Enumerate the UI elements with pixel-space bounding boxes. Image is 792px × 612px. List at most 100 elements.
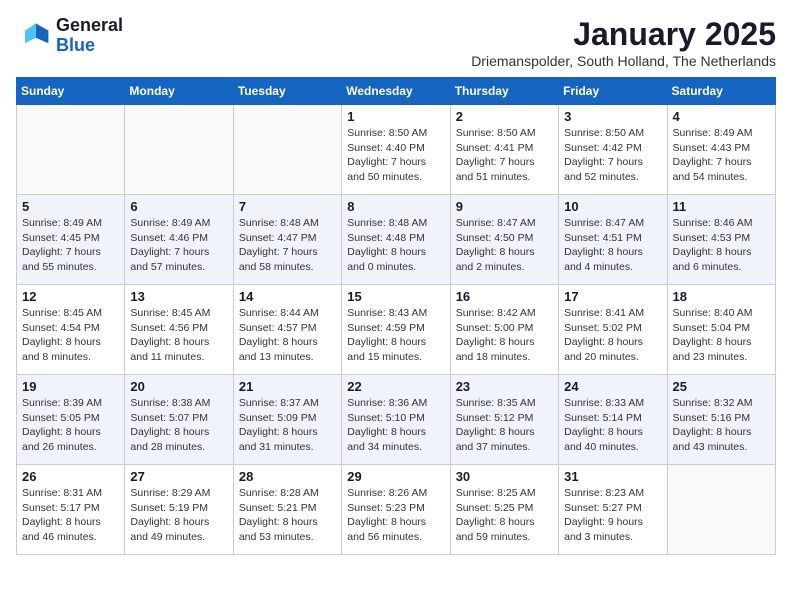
day-info: Sunrise: 8:42 AMSunset: 5:00 PMDaylight:… <box>456 306 553 365</box>
calendar-cell <box>667 465 775 555</box>
calendar-cell: 16 Sunrise: 8:42 AMSunset: 5:00 PMDayligh… <box>450 285 558 375</box>
calendar-cell: 22 Sunrise: 8:36 AMSunset: 5:10 PMDayligh… <box>342 375 450 465</box>
calendar-cell: 10 Sunrise: 8:47 AMSunset: 4:51 PMDayligh… <box>559 195 667 285</box>
day-number: 29 <box>347 469 444 484</box>
day-number: 1 <box>347 109 444 124</box>
day-info: Sunrise: 8:47 AMSunset: 4:50 PMDaylight:… <box>456 216 553 275</box>
calendar-cell: 11 Sunrise: 8:46 AMSunset: 4:53 PMDayligh… <box>667 195 775 285</box>
day-info: Sunrise: 8:46 AMSunset: 4:53 PMDaylight:… <box>673 216 770 275</box>
weekday-header: Thursday <box>450 78 558 105</box>
calendar-cell: 6 Sunrise: 8:49 AMSunset: 4:46 PMDaylight… <box>125 195 233 285</box>
day-info: Sunrise: 8:33 AMSunset: 5:14 PMDaylight:… <box>564 396 661 455</box>
weekday-header: Saturday <box>667 78 775 105</box>
day-number: 20 <box>130 379 227 394</box>
month-title: January 2025 <box>471 16 776 53</box>
calendar-cell: 17 Sunrise: 8:41 AMSunset: 5:02 PMDayligh… <box>559 285 667 375</box>
calendar-cell: 8Sunrise: 8:48 AMSunset: 4:48 PMDaylight… <box>342 195 450 285</box>
day-number: 27 <box>130 469 227 484</box>
day-number: 19 <box>22 379 119 394</box>
day-info: Sunrise: 8:29 AMSunset: 5:19 PMDaylight:… <box>130 486 227 545</box>
day-number: 9 <box>456 199 553 214</box>
day-info: Sunrise: 8:43 AMSunset: 4:59 PMDaylight:… <box>347 306 444 365</box>
day-number: 11 <box>673 199 770 214</box>
day-info: Sunrise: 8:31 AMSunset: 5:17 PMDaylight:… <box>22 486 119 545</box>
day-info: Sunrise: 8:50 AMSunset: 4:40 PMDaylight:… <box>347 126 444 185</box>
calendar-week-row: 26Sunrise: 8:31 AMSunset: 5:17 PMDayligh… <box>17 465 776 555</box>
day-info: Sunrise: 8:36 AMSunset: 5:10 PMDaylight:… <box>347 396 444 455</box>
day-info: Sunrise: 8:28 AMSunset: 5:21 PMDaylight:… <box>239 486 336 545</box>
calendar-cell: 25Sunrise: 8:32 AMSunset: 5:16 PMDayligh… <box>667 375 775 465</box>
day-info: Sunrise: 8:37 AMSunset: 5:09 PMDaylight:… <box>239 396 336 455</box>
day-info: Sunrise: 8:48 AMSunset: 4:48 PMDaylight:… <box>347 216 444 275</box>
calendar-cell: 13 Sunrise: 8:45 AMSunset: 4:56 PMDayligh… <box>125 285 233 375</box>
day-number: 5 <box>22 199 119 214</box>
day-number: 13 <box>130 289 227 304</box>
page-header: General Blue January 2025 Driemanspolder… <box>16 16 776 69</box>
day-number: 10 <box>564 199 661 214</box>
day-info: Sunrise: 8:49 AMSunset: 4:45 PMDaylight:… <box>22 216 119 275</box>
calendar-cell: 30 Sunrise: 8:25 AMSunset: 5:25 PMDayligh… <box>450 465 558 555</box>
calendar-cell: 18Sunrise: 8:40 AMSunset: 5:04 PMDayligh… <box>667 285 775 375</box>
calendar-cell: 14 Sunrise: 8:44 AMSunset: 4:57 PMDayligh… <box>233 285 341 375</box>
day-info: Sunrise: 8:49 AMSunset: 4:43 PMDaylight:… <box>673 126 770 185</box>
day-info: Sunrise: 8:38 AMSunset: 5:07 PMDaylight:… <box>130 396 227 455</box>
calendar-cell: 26Sunrise: 8:31 AMSunset: 5:17 PMDayligh… <box>17 465 125 555</box>
day-number: 16 <box>456 289 553 304</box>
day-number: 21 <box>239 379 336 394</box>
calendar-cell: 9 Sunrise: 8:47 AMSunset: 4:50 PMDaylight… <box>450 195 558 285</box>
day-info: Sunrise: 8:49 AMSunset: 4:46 PMDaylight:… <box>130 216 227 275</box>
calendar-cell: 2Sunrise: 8:50 AMSunset: 4:41 PMDaylight… <box>450 105 558 195</box>
day-info: Sunrise: 8:35 AMSunset: 5:12 PMDaylight:… <box>456 396 553 455</box>
calendar-cell <box>17 105 125 195</box>
calendar-week-row: 5 Sunrise: 8:49 AMSunset: 4:45 PMDaylight… <box>17 195 776 285</box>
weekday-header: Tuesday <box>233 78 341 105</box>
day-number: 22 <box>347 379 444 394</box>
weekday-header: Wednesday <box>342 78 450 105</box>
calendar-cell: 4Sunrise: 8:49 AMSunset: 4:43 PMDaylight… <box>667 105 775 195</box>
day-number: 14 <box>239 289 336 304</box>
day-info: Sunrise: 8:26 AMSunset: 5:23 PMDaylight:… <box>347 486 444 545</box>
day-number: 17 <box>564 289 661 304</box>
calendar-cell: 7 Sunrise: 8:48 AMSunset: 4:47 PMDaylight… <box>233 195 341 285</box>
day-number: 12 <box>22 289 119 304</box>
calendar-cell: 1 Sunrise: 8:50 AMSunset: 4:40 PMDaylight… <box>342 105 450 195</box>
calendar-header-row: SundayMondayTuesdayWednesdayThursdayFrid… <box>17 78 776 105</box>
day-number: 23 <box>456 379 553 394</box>
day-number: 24 <box>564 379 661 394</box>
calendar-cell: 28 Sunrise: 8:28 AMSunset: 5:21 PMDayligh… <box>233 465 341 555</box>
calendar-cell: 15 Sunrise: 8:43 AMSunset: 4:59 PMDayligh… <box>342 285 450 375</box>
calendar-cell <box>233 105 341 195</box>
day-info: Sunrise: 8:45 AMSunset: 4:54 PMDaylight:… <box>22 306 119 365</box>
day-info: Sunrise: 8:47 AMSunset: 4:51 PMDaylight:… <box>564 216 661 275</box>
day-number: 28 <box>239 469 336 484</box>
day-info: Sunrise: 8:39 AMSunset: 5:05 PMDaylight:… <box>22 396 119 455</box>
day-info: Sunrise: 8:41 AMSunset: 5:02 PMDaylight:… <box>564 306 661 365</box>
calendar-cell: 5 Sunrise: 8:49 AMSunset: 4:45 PMDaylight… <box>17 195 125 285</box>
weekday-header: Sunday <box>17 78 125 105</box>
day-info: Sunrise: 8:45 AMSunset: 4:56 PMDaylight:… <box>130 306 227 365</box>
day-info: Sunrise: 8:44 AMSunset: 4:57 PMDaylight:… <box>239 306 336 365</box>
calendar-cell: 24 Sunrise: 8:33 AMSunset: 5:14 PMDayligh… <box>559 375 667 465</box>
calendar-cell: 20 Sunrise: 8:38 AMSunset: 5:07 PMDayligh… <box>125 375 233 465</box>
logo-icon <box>16 18 52 54</box>
day-info: Sunrise: 8:23 AMSunset: 5:27 PMDaylight:… <box>564 486 661 545</box>
day-number: 3 <box>564 109 661 124</box>
logo: General Blue <box>16 16 123 56</box>
calendar-cell: 31Sunrise: 8:23 AMSunset: 5:27 PMDayligh… <box>559 465 667 555</box>
day-info: Sunrise: 8:25 AMSunset: 5:25 PMDaylight:… <box>456 486 553 545</box>
location-subtitle: Driemanspolder, South Holland, The Nethe… <box>471 53 776 69</box>
weekday-header: Monday <box>125 78 233 105</box>
logo-general-text: General <box>56 15 123 35</box>
calendar-week-row: 12 Sunrise: 8:45 AMSunset: 4:54 PMDayligh… <box>17 285 776 375</box>
day-number: 7 <box>239 199 336 214</box>
calendar-cell: 29 Sunrise: 8:26 AMSunset: 5:23 PMDayligh… <box>342 465 450 555</box>
day-info: Sunrise: 8:48 AMSunset: 4:47 PMDaylight:… <box>239 216 336 275</box>
calendar-cell: 3Sunrise: 8:50 AMSunset: 4:42 PMDaylight… <box>559 105 667 195</box>
day-number: 15 <box>347 289 444 304</box>
day-info: Sunrise: 8:32 AMSunset: 5:16 PMDaylight:… <box>673 396 770 455</box>
weekday-header: Friday <box>559 78 667 105</box>
day-number: 30 <box>456 469 553 484</box>
calendar-week-row: 1 Sunrise: 8:50 AMSunset: 4:40 PMDaylight… <box>17 105 776 195</box>
day-number: 6 <box>130 199 227 214</box>
day-info: Sunrise: 8:50 AMSunset: 4:41 PMDaylight:… <box>456 126 553 185</box>
